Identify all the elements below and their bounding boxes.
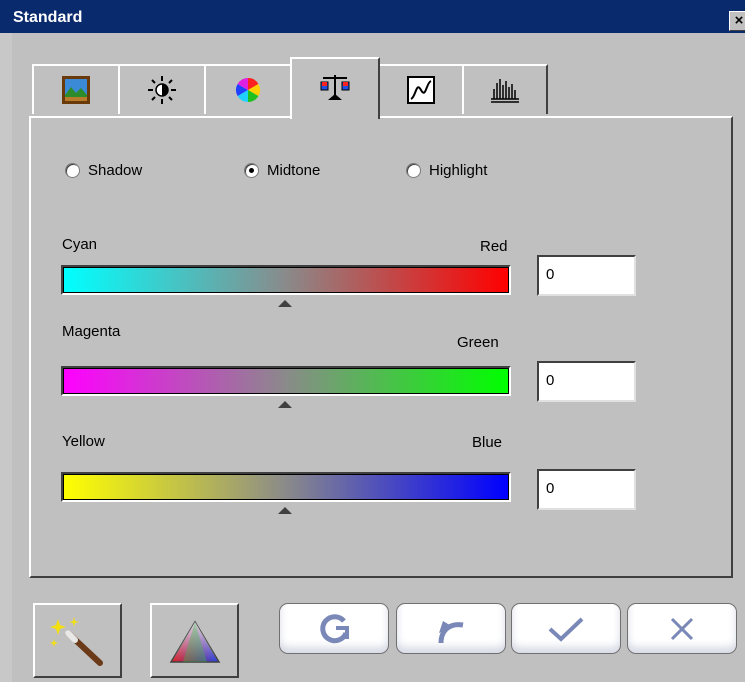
yellow-blue-value-field[interactable]: 0 <box>537 469 636 510</box>
ok-button[interactable] <box>511 603 621 654</box>
cyan-red-slider[interactable] <box>61 265 511 295</box>
cyan-red-gradient <box>63 267 509 293</box>
magenta-green-slider[interactable] <box>61 366 511 396</box>
tab-histogram[interactable] <box>462 64 548 114</box>
yellow-blue-gradient <box>63 474 509 500</box>
yellow-label: Yellow <box>62 433 105 450</box>
undo-icon <box>438 620 464 643</box>
cyan-red-value-field[interactable]: 0 <box>537 255 636 296</box>
magenta-green-value-field[interactable]: 0 <box>537 361 636 402</box>
tab-color-wheel[interactable] <box>204 64 292 114</box>
refresh-icon <box>320 613 349 643</box>
yellow-blue-slider[interactable] <box>61 472 511 502</box>
histogram-icon <box>491 79 519 103</box>
window-title: Standard <box>13 9 83 26</box>
cyan-red-value: 0 <box>546 266 555 283</box>
radio-circle <box>65 163 80 178</box>
checkmark-icon <box>548 617 584 642</box>
tab-brightness[interactable] <box>118 64 206 114</box>
highlight-radio[interactable]: Highlight <box>406 162 487 179</box>
rgb-button[interactable] <box>150 603 239 678</box>
radio-circle-selected <box>244 163 259 178</box>
title-bar[interactable]: Standard × <box>0 0 745 33</box>
radio-circle <box>406 163 421 178</box>
landscape-picture-icon <box>62 76 90 104</box>
magenta-green-slider-thumb[interactable] <box>278 401 292 408</box>
rgb-triangle-icon <box>169 620 220 663</box>
magenta-green-gradient <box>63 368 509 394</box>
red-label: Red <box>480 238 508 255</box>
cyan-red-slider-thumb[interactable] <box>278 300 292 307</box>
magenta-green-value: 0 <box>546 372 555 389</box>
color-wheel-icon <box>235 78 261 102</box>
tab-color-balance[interactable] <box>290 57 380 119</box>
highlight-label: Highlight <box>429 162 488 179</box>
blue-label: Blue <box>472 434 503 451</box>
tab-curves[interactable] <box>378 64 464 114</box>
shadow-radio[interactable]: Shadow <box>65 162 142 179</box>
sun-icon <box>148 76 176 104</box>
green-label: Green <box>457 334 499 351</box>
cancel-button[interactable] <box>627 603 737 654</box>
close-button[interactable]: × <box>729 11 745 31</box>
auto-fix-button[interactable] <box>33 603 122 678</box>
magic-wand-icon <box>49 616 103 666</box>
yellow-blue-value: 0 <box>546 480 555 497</box>
yellow-blue-slider-thumb[interactable] <box>278 507 292 514</box>
curve-icon <box>407 76 435 104</box>
midtone-label: Midtone <box>267 162 321 179</box>
x-icon <box>670 617 694 640</box>
dialog-window: Standard × Shadow Midtone Highlight Cyan… <box>0 0 745 682</box>
cyan-label: Cyan <box>62 236 98 253</box>
shadow-label: Shadow <box>88 162 143 179</box>
magenta-label: Magenta <box>62 323 121 340</box>
window-edge <box>0 33 12 682</box>
balance-scale-icon <box>320 75 350 100</box>
refresh-button[interactable] <box>279 603 389 654</box>
undo-button[interactable] <box>396 603 506 654</box>
midtone-radio[interactable]: Midtone <box>244 162 320 179</box>
tab-image[interactable] <box>32 64 120 114</box>
